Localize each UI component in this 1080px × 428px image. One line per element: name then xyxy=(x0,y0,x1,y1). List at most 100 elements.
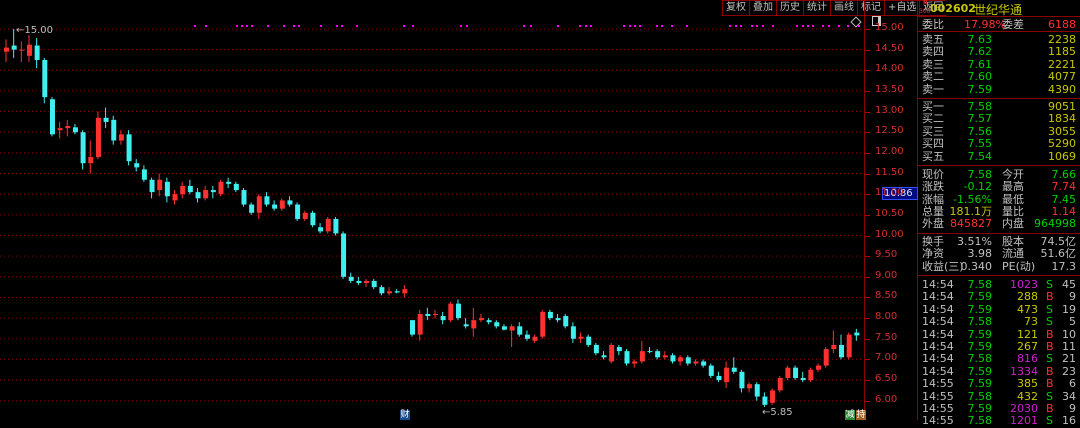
candle xyxy=(624,349,630,366)
min-price-label: ←5.85 xyxy=(762,407,793,418)
signal-marker xyxy=(629,25,631,27)
stock-header: R 300 002602 世纪华通 xyxy=(918,0,1080,17)
toolbar-button-0[interactable]: 复权 xyxy=(722,0,749,16)
candle xyxy=(632,359,638,368)
candle-body xyxy=(348,276,354,281)
tick-trades[interactable]: 14:54 7.58 1023 S 45 14:54 7.59 288 B 9 14:54 7.59 4… xyxy=(918,276,1080,428)
signal-marker xyxy=(751,25,753,27)
candle xyxy=(241,188,247,207)
weibi-value: 17.98% xyxy=(964,18,1006,31)
candle xyxy=(823,347,829,368)
candle-body xyxy=(647,351,653,353)
signal-marker xyxy=(267,25,269,27)
candle-body xyxy=(4,47,9,52)
candle xyxy=(578,332,584,343)
signal-marker xyxy=(241,25,243,27)
trade-count: 5 xyxy=(1069,315,1076,329)
candle-body xyxy=(249,204,255,213)
candle xyxy=(410,320,416,337)
trade-row: 14:55 7.59 385 B 6 xyxy=(918,377,1080,391)
reduce-holding-badge[interactable]: 减 xyxy=(845,410,855,420)
candle xyxy=(272,200,278,211)
trade-side: S xyxy=(1046,414,1053,428)
candlestick-chart[interactable]: ←15.00 ←5.85 xyxy=(0,16,864,420)
candle xyxy=(402,285,408,298)
quote-stats: 现价 7.58 今开 7.66 涨跌 -0.12 最高 7.74 涨幅 -1.56% 最低 7.45 总… xyxy=(918,166,1080,234)
level-volume: 5290 xyxy=(1048,137,1076,151)
toolbar-button-1[interactable]: 叠加 xyxy=(749,0,776,16)
axis-tick-label: 6.00 xyxy=(875,393,898,405)
candle xyxy=(126,130,132,166)
candle xyxy=(210,185,216,199)
signal-marker xyxy=(623,25,625,27)
candle-body xyxy=(693,361,699,364)
candle xyxy=(425,307,431,321)
candle xyxy=(394,289,400,294)
candle-body xyxy=(425,313,431,317)
candle xyxy=(111,115,117,145)
fund-value: 51.6亿 xyxy=(1040,247,1077,261)
signal-marker xyxy=(356,25,358,27)
candle-body xyxy=(80,132,86,164)
candle xyxy=(417,309,423,341)
candle xyxy=(134,159,140,172)
fund-label: 收益(三) xyxy=(922,259,964,273)
toolbar-button-3[interactable]: 统计 xyxy=(803,0,830,16)
finance-badge[interactable]: 财 xyxy=(400,410,410,420)
signal-marker xyxy=(762,25,764,27)
candle-body xyxy=(157,179,163,191)
candle xyxy=(854,328,860,341)
candle-body xyxy=(655,351,661,358)
signal-marker xyxy=(460,25,462,27)
candle xyxy=(203,185,209,201)
axis-tick-label: 11.00 xyxy=(875,187,904,199)
level-volume: 4390 xyxy=(1048,82,1076,96)
candle xyxy=(103,107,109,129)
quote-label: 外盘 xyxy=(922,217,944,231)
level-price: 7.54 xyxy=(967,149,993,163)
trade-row: 14:54 7.59 288 B 9 xyxy=(918,291,1080,304)
candle-body xyxy=(410,320,416,335)
candle-body xyxy=(11,45,17,50)
weicha-value: 6188 xyxy=(1048,18,1076,31)
candle-body xyxy=(448,303,454,321)
candle-body xyxy=(164,181,170,197)
candle xyxy=(19,41,25,63)
axis-tick-label: 15.00 xyxy=(875,22,904,33)
candle xyxy=(839,334,845,360)
candle-body xyxy=(364,280,370,283)
candle xyxy=(570,322,576,343)
candle xyxy=(141,165,147,182)
candle xyxy=(455,299,461,321)
candle-body xyxy=(149,179,155,193)
signal-marker xyxy=(661,25,663,27)
market-tag-bottom: 300 xyxy=(919,8,931,15)
candle xyxy=(685,355,691,366)
axis-tick-label: 9.50 xyxy=(875,249,898,261)
level-label: 买四 xyxy=(922,137,944,151)
candle xyxy=(647,347,653,354)
candle xyxy=(57,121,63,139)
candle-body xyxy=(678,357,684,362)
signal-marker xyxy=(523,25,525,27)
candle-body xyxy=(532,336,538,341)
level-price: 7.55 xyxy=(967,137,993,151)
candle xyxy=(341,231,347,279)
candle xyxy=(639,340,645,364)
level-price: 7.60 xyxy=(967,70,993,84)
holding-badge[interactable]: 持 xyxy=(856,410,866,420)
candle-body xyxy=(226,181,232,184)
signal-marker xyxy=(847,25,849,27)
fund-label: 净资 xyxy=(922,247,944,261)
candle xyxy=(593,342,599,356)
trade-volume: 73 xyxy=(1024,315,1038,329)
bid-book: 买一 7.58 9051 买二 7.57 1834 买三 7.56 3055 买四 7.55 5290… xyxy=(918,99,1080,166)
candle-body xyxy=(517,326,523,335)
toolbar-button-4[interactable]: 画线 xyxy=(830,0,857,16)
toolbar-button-2[interactable]: 历史 xyxy=(776,0,803,16)
candle xyxy=(149,177,155,199)
trade-volume: 385 xyxy=(1017,377,1038,391)
axis-tick-label: 6.50 xyxy=(875,373,898,385)
candle-body xyxy=(747,384,753,389)
candle xyxy=(609,342,615,364)
